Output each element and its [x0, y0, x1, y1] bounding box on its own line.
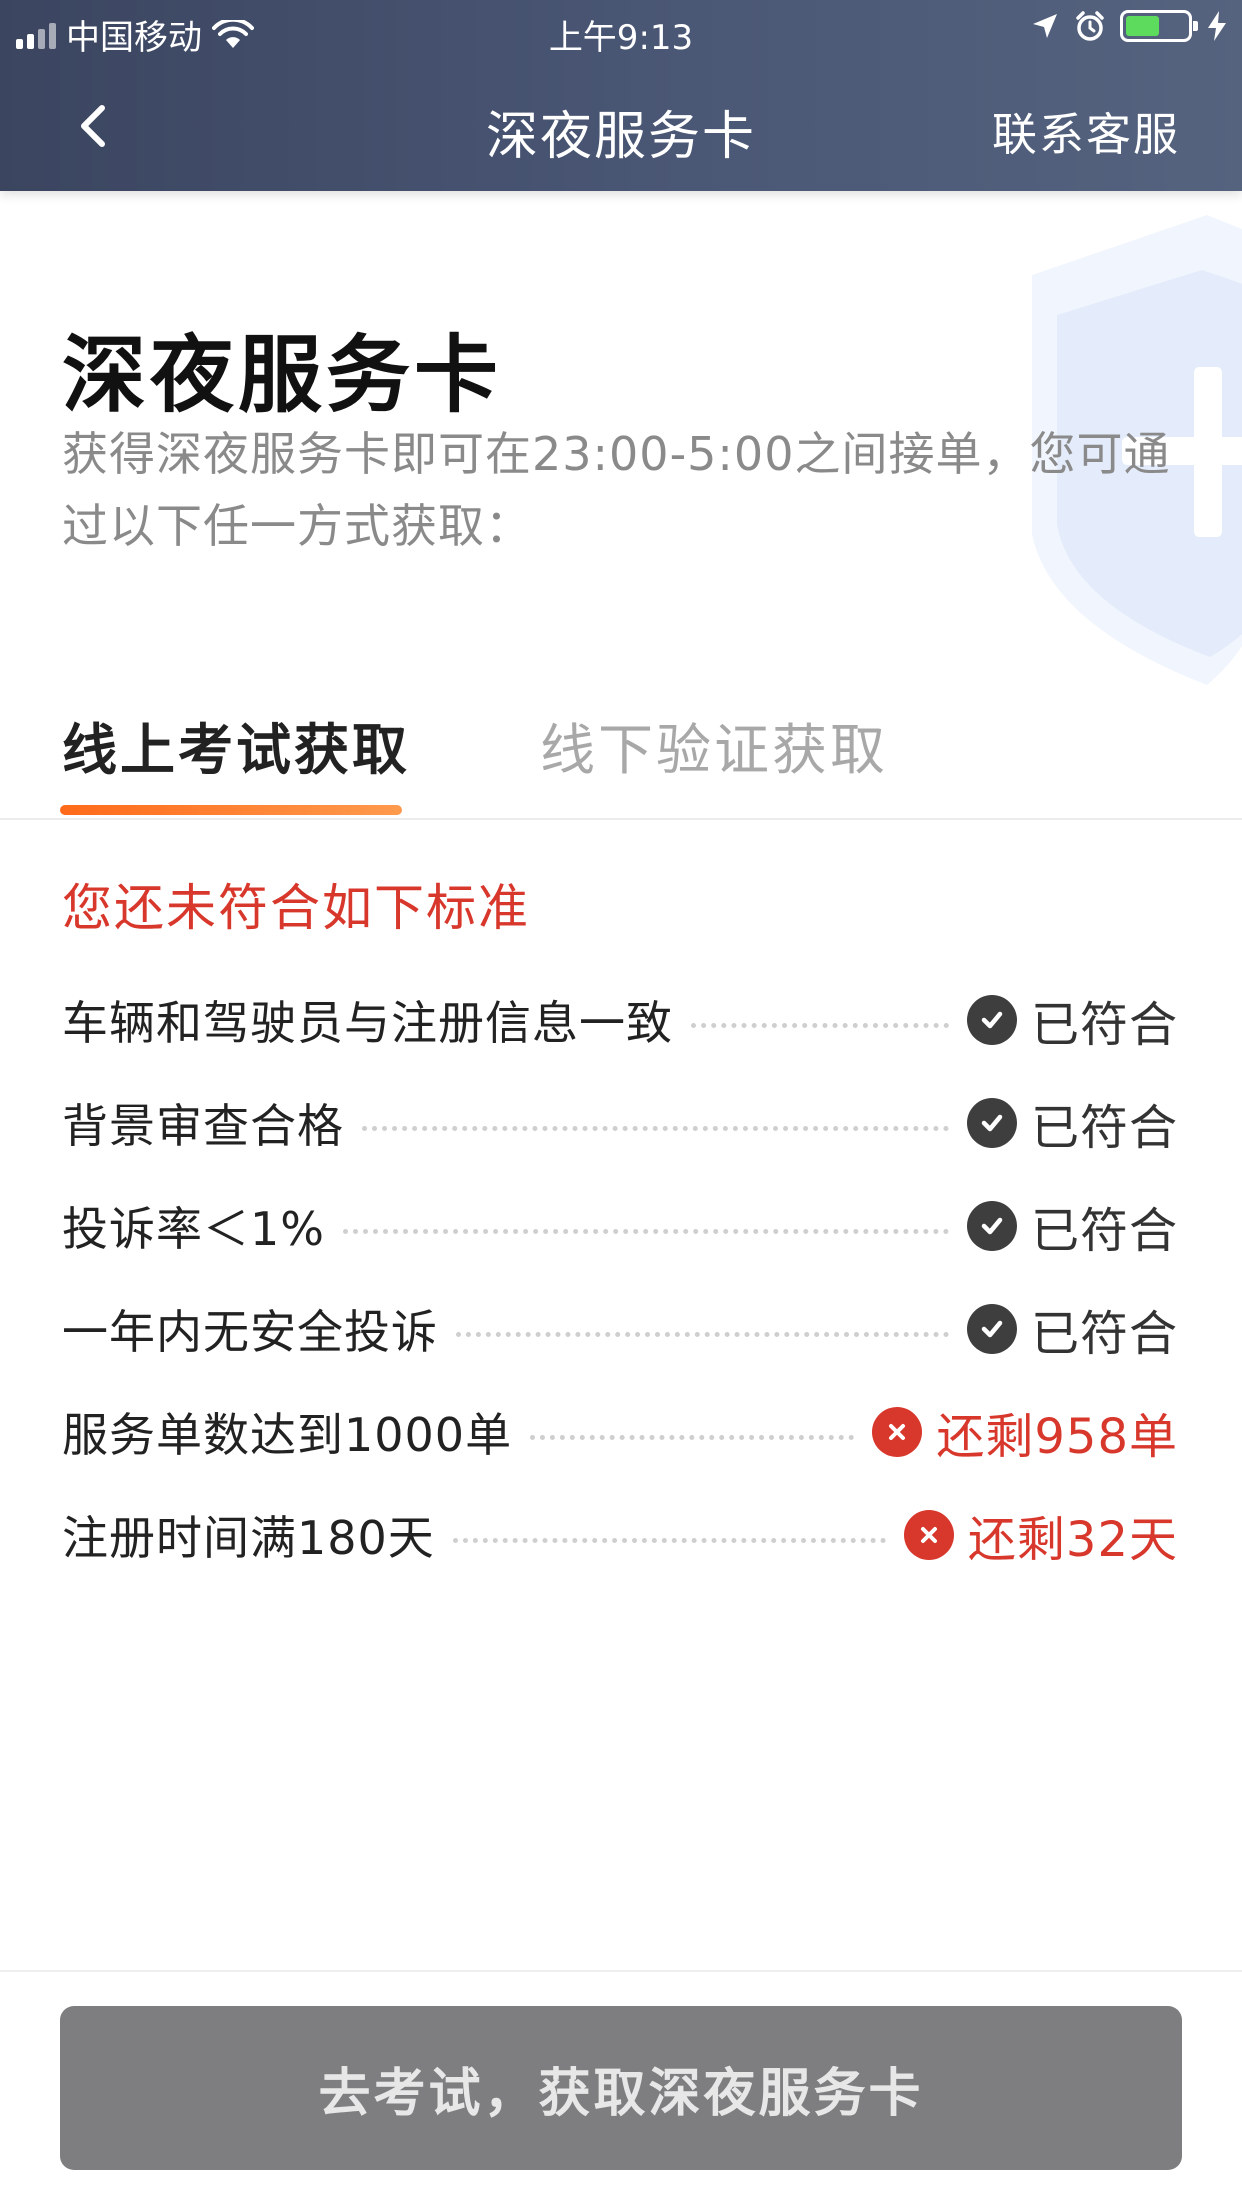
criteria-status: 已符合: [966, 1191, 1178, 1261]
tab-offline-verify[interactable]: 线下验证获取: [540, 705, 888, 785]
criteria-row: 车辆和驾驶员与注册信息一致 已符合: [62, 968, 1178, 1071]
dotted-leader: [691, 1023, 949, 1028]
criteria-label: 一年内无安全投诉: [62, 1304, 438, 1359]
battery-icon: [1120, 10, 1198, 42]
criteria-status-text: 还剩32天: [967, 1511, 1178, 1568]
check-icon: [966, 1303, 1017, 1354]
criteria-status-text: 已符合: [1030, 996, 1178, 1053]
criteria-status: 已符合: [966, 985, 1178, 1055]
criteria-status: 还剩958单: [872, 1397, 1178, 1467]
dotted-leader: [452, 1538, 886, 1543]
active-tab-indicator: [60, 805, 402, 815]
header: 中国移动 上午9:13 深夜服务卡 联系客服: [0, 0, 1242, 191]
charging-icon: [1208, 11, 1226, 41]
criteria-status: 已符合: [966, 1088, 1178, 1158]
criteria-label: 服务单数达到1000单: [62, 1407, 513, 1462]
bottom-divider: [0, 1970, 1242, 1972]
criteria-status: 已符合: [966, 1294, 1178, 1364]
criteria-label: 注册时间满180天: [62, 1510, 435, 1565]
tab-online-exam[interactable]: 线上考试获取: [62, 705, 410, 785]
criteria-row: 服务单数达到1000单 还剩958单: [62, 1380, 1178, 1483]
dotted-leader: [342, 1229, 949, 1234]
criteria-row: 背景审查合格 已符合: [62, 1071, 1178, 1174]
battery-fill: [1126, 16, 1159, 36]
dotted-leader: [362, 1126, 949, 1131]
criteria-row: 一年内无安全投诉 已符合: [62, 1277, 1178, 1380]
hero-description: 获得深夜服务卡即可在23:00-5:00之间接单，您可通过以下任一方式获取：: [62, 427, 1171, 553]
hero-title: 深夜服务卡: [62, 326, 503, 424]
criteria-label: 投诉率＜1%: [62, 1201, 325, 1256]
cross-icon: [903, 1509, 954, 1560]
criteria-status-text: 已符合: [1030, 1202, 1178, 1259]
criteria-label: 背景审查合格: [62, 1098, 344, 1153]
dotted-leader: [456, 1332, 949, 1337]
criteria-row: 注册时间满180天 还剩32天: [62, 1483, 1178, 1586]
alarm-icon: [1076, 11, 1104, 41]
criteria-row: 投诉率＜1% 已符合: [62, 1174, 1178, 1277]
criteria-status: 还剩32天: [903, 1500, 1178, 1570]
criteria-status-text: 已符合: [1030, 1305, 1178, 1362]
location-icon: [1033, 14, 1057, 38]
criteria-label: 车辆和驾驶员与注册信息一致: [62, 995, 673, 1050]
criteria-status-text: 还剩958单: [936, 1408, 1178, 1465]
page: 中国移动 上午9:13 深夜服务卡 联系客服 深夜服务卡 获得深夜服务卡即可在2…: [0, 0, 1242, 2208]
cross-icon: [872, 1406, 923, 1457]
status-bar: 中国移动 上午9:13: [0, 0, 1242, 60]
contact-service-button[interactable]: 联系客服: [992, 98, 1180, 163]
check-icon: [966, 994, 1017, 1045]
check-icon: [966, 1097, 1017, 1148]
dotted-leader: [530, 1435, 855, 1440]
check-icon: [966, 1200, 1017, 1251]
criteria-notice: 您还未符合如下标准: [62, 879, 530, 937]
status-right: [1030, 10, 1228, 42]
criteria-list: 车辆和驾驶员与注册信息一致 已符合 背景审查合格 已符合 投诉率＜1% 已符合: [62, 968, 1178, 1586]
tab-bar: 线上考试获取 线下验证获取: [0, 695, 1242, 820]
criteria-status-text: 已符合: [1030, 1099, 1178, 1156]
take-exam-button[interactable]: 去考试，获取深夜服务卡: [60, 2006, 1182, 2170]
nav-bar: 深夜服务卡 联系客服: [0, 60, 1242, 191]
